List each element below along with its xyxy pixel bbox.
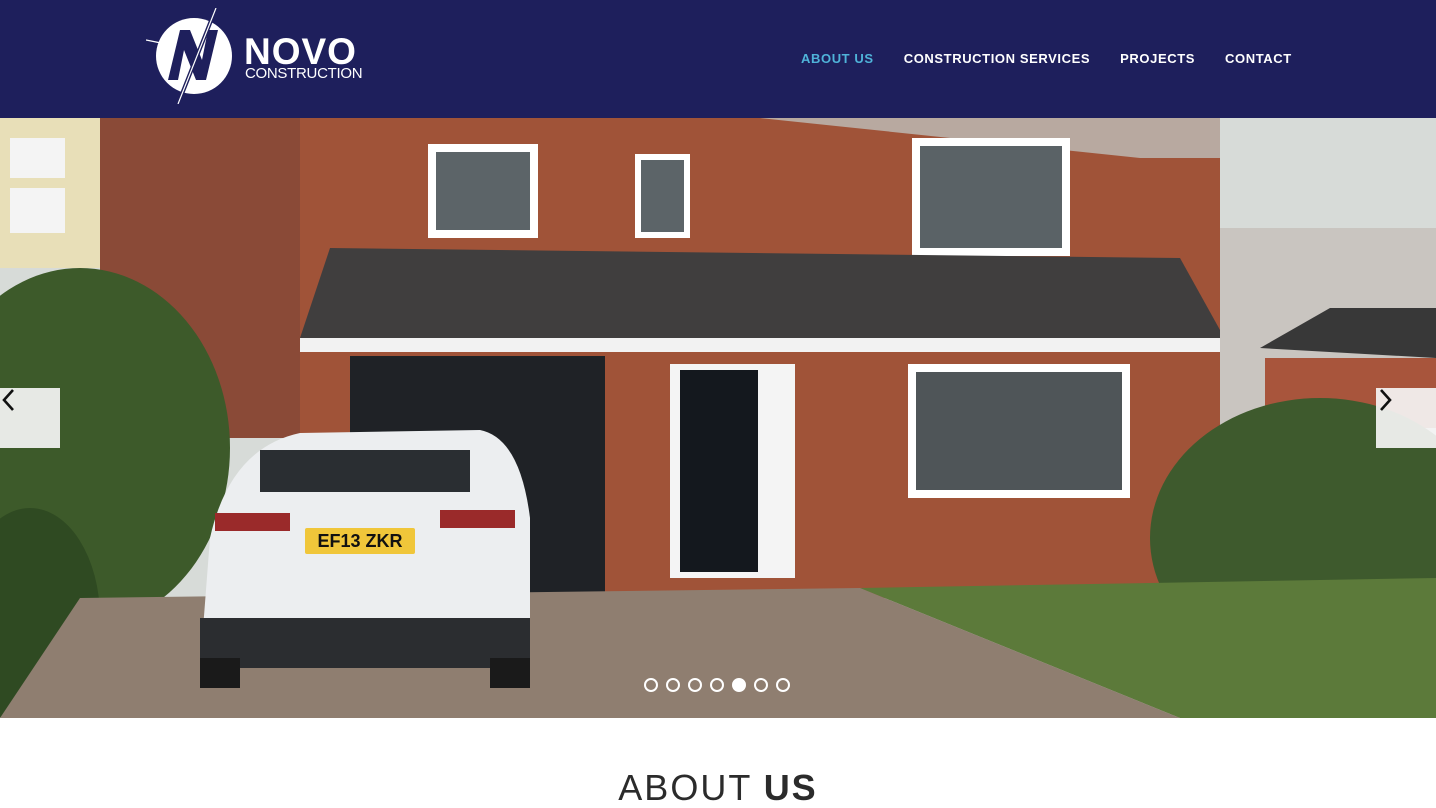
site-header: NOVO CONSTRUCTION ABOUT US CONSTRUCTION … [0,0,1436,118]
hero-slider: EF13 ZKR [0,118,1436,718]
main-nav: ABOUT US CONSTRUCTION SERVICES PROJECTS … [801,51,1322,66]
slider-dot[interactable] [688,678,702,692]
slider-dot[interactable] [644,678,658,692]
slider-next-button[interactable] [1376,388,1436,448]
car-plate-text: EF13 ZKR [317,531,402,551]
slider-dot[interactable] [710,678,724,692]
about-heading-bold: US [763,767,818,808]
slider-dot[interactable] [754,678,768,692]
nav-about-us[interactable]: ABOUT US [801,51,874,66]
about-heading-light: ABOUT [618,767,752,808]
slider-prev-button[interactable] [0,388,60,448]
chevron-left-icon [2,389,14,411]
slider-dot[interactable] [666,678,680,692]
nav-projects[interactable]: PROJECTS [1120,51,1195,66]
slider-dot[interactable] [776,678,790,692]
logo-subtitle: CONSTRUCTION [245,65,363,82]
slider-dot-active[interactable] [732,678,746,692]
chevron-right-icon [1380,389,1392,411]
nav-construction-services[interactable]: CONSTRUCTION SERVICES [904,51,1090,66]
novo-construction-logo[interactable]: NOVO CONSTRUCTION [145,7,366,105]
logo-emblem-icon [145,7,232,105]
about-section: ABOUT US [0,718,1436,806]
nav-contact[interactable]: CONTACT [1225,51,1292,66]
about-heading: ABOUT US [0,770,1436,806]
slider-pagination [644,678,790,692]
hero-slide-image: EF13 ZKR [0,118,1436,718]
